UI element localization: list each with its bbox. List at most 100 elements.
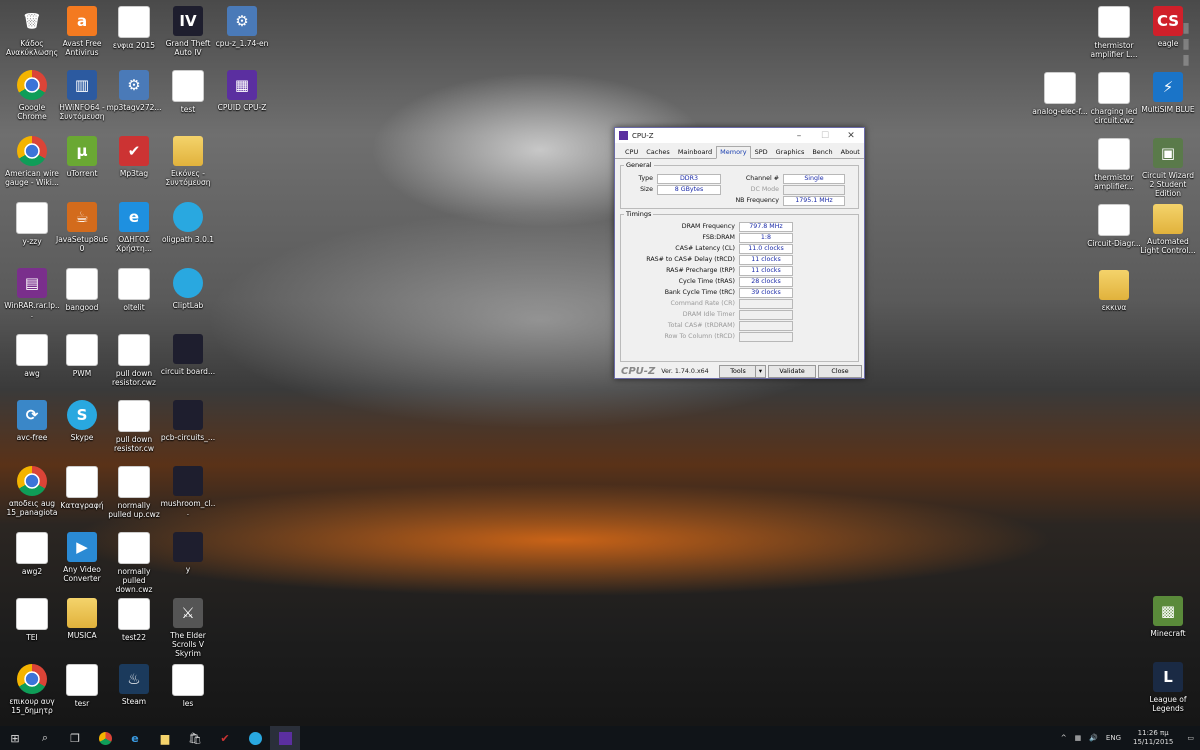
validate-button[interactable]: Validate <box>768 365 816 378</box>
maximize-icon[interactable]: ☐ <box>812 131 838 141</box>
desktop-icon[interactable]: ▦ CPUID CPU-Z <box>214 70 270 112</box>
desktop-icon[interactable]: ενφια 2015 <box>106 6 162 50</box>
desktop-icon[interactable]: ▣ Circuit Wizard 2 Student Edition <box>1140 138 1196 198</box>
desktop-icon[interactable]: ♨ Steam <box>106 664 162 706</box>
tab-cpu[interactable]: CPU <box>621 146 642 159</box>
taskbar-edge-icon[interactable]: e <box>120 726 150 750</box>
desktop-icon[interactable]: awg2 <box>4 532 60 576</box>
tab-about[interactable]: About <box>837 146 864 159</box>
desktop-icon[interactable]: PWM <box>54 334 110 378</box>
taskbar-cyan-app-icon[interactable] <box>240 726 270 750</box>
desktop-icon[interactable]: test22 <box>106 598 162 642</box>
desktop-icon[interactable]: thermistor amplifier... <box>1086 138 1142 191</box>
desktop-icon[interactable]: αποδεις aug 15_panagiota <box>4 466 60 517</box>
minimize-icon[interactable]: – <box>786 131 812 141</box>
desktop-icon[interactable]: ▩ Minecraft <box>1140 596 1196 638</box>
desktop-icon[interactable]: Google Chrome <box>4 70 60 121</box>
tab-memory[interactable]: Memory <box>716 146 751 159</box>
chrome-icon <box>17 664 47 694</box>
language-indicator[interactable]: ENG <box>1106 734 1121 742</box>
taskbar-mp3tag-icon[interactable]: ✔ <box>210 726 240 750</box>
desktop-icon[interactable]: pull down resistor.cw <box>106 400 162 453</box>
desktop-icon[interactable]: circuit board... <box>160 334 216 376</box>
desktop-icon[interactable]: Καταγραφή <box>54 466 110 510</box>
mp3tag-icon: ✔ <box>119 136 149 166</box>
desktop-icon[interactable]: ✔ Mp3tag <box>106 136 162 178</box>
desktop-icon[interactable]: Εικόνες - Συντόμευση <box>160 136 216 187</box>
tools-dropdown-arrow-icon[interactable]: ▾ <box>755 365 766 378</box>
desktop-icon[interactable]: pcb-circuits_... <box>160 400 216 442</box>
desktop-icon[interactable]: American wire gauge - Wiki... <box>4 136 60 187</box>
desktop-icon[interactable]: ⟳ avc-free <box>4 400 60 442</box>
desktop-icon[interactable]: Automated Light Control... <box>1140 204 1196 255</box>
desktop-icon[interactable]: ▤ WinRAR.rar.lp... <box>4 268 60 319</box>
desktop-icon[interactable]: y <box>160 532 216 574</box>
desktop-icon-label: analog-elec-f... <box>1032 107 1088 116</box>
timing-label: CAS# Latency (CL) <box>675 245 735 252</box>
taskbar-store-icon[interactable]: 🛍 <box>180 726 210 750</box>
start-button-icon[interactable]: ⊞ <box>0 726 30 750</box>
desktop-icon[interactable]: CliptLab <box>160 268 216 310</box>
desktop-icon[interactable]: les <box>160 664 216 708</box>
desktop-icon[interactable]: μ uTorrent <box>54 136 110 178</box>
close-icon[interactable]: ✕ <box>838 131 864 141</box>
action-center-icon[interactable]: ▭ <box>1187 734 1194 742</box>
desktop-icon[interactable]: εκκινα <box>1086 270 1142 312</box>
desktop-icon[interactable]: ▥ HWiNFO64 - Συντόμευση <box>54 70 110 121</box>
desktop-icon[interactable]: L League of Legends <box>1140 662 1196 713</box>
desktop-icon[interactable]: S Skype <box>54 400 110 442</box>
desktop-icon[interactable]: Circuit-Diagr... <box>1086 204 1142 248</box>
desktop-icon[interactable]: MUSICA <box>54 598 110 640</box>
desktop-icon[interactable]: 🗑 Κάδος Ανακύκλωσης <box>4 6 60 57</box>
tab-graphics[interactable]: Graphics <box>772 146 809 159</box>
desktop-icon-label: The Elder Scrolls V Skyrim <box>170 631 206 658</box>
close-button[interactable]: Close <box>818 365 862 378</box>
desktop-icon[interactable]: analog-elec-f... <box>1032 72 1088 116</box>
network-icon[interactable]: ▦ <box>1075 734 1082 742</box>
desktop-icon[interactable]: ⚙ cpu-z_1.74-en <box>214 6 270 48</box>
desktop-icon[interactable]: normally pulled down.cwz <box>106 532 162 594</box>
volume-icon[interactable]: 🔊 <box>1089 734 1098 742</box>
clock[interactable]: 11:26 πμ 15/11/2015 <box>1133 729 1173 747</box>
tab-bench[interactable]: Bench <box>808 146 836 159</box>
desktop-icon-label: circuit board... <box>160 367 216 376</box>
desktop-icon[interactable]: ⚙ mp3tagv272... <box>106 70 162 112</box>
general-legend: General <box>626 161 652 169</box>
desktop-icon[interactable]: επικουρ αυγ 15_δημητρ <box>4 664 60 715</box>
desktop-icon[interactable]: ⚡ MultiSIM BLUE <box>1140 72 1196 114</box>
desktop-icon[interactable]: awg <box>4 334 60 378</box>
taskbar-chrome-icon[interactable] <box>90 726 120 750</box>
desktop-icon[interactable]: mushroom_cl... <box>160 466 216 517</box>
desktop-icon[interactable]: a Avast Free Antivirus <box>54 6 110 57</box>
desktop-icon-label: thermistor amplifier... <box>1094 173 1134 191</box>
tab-caches[interactable]: Caches <box>642 146 674 159</box>
tools-button[interactable]: Tools <box>719 365 757 378</box>
task-view-icon[interactable]: ❐ <box>60 726 90 750</box>
desktop-icon[interactable]: oligpath 3.0.1 <box>160 202 216 244</box>
desktop-icon[interactable]: thermistor amplifier L... <box>1086 6 1142 59</box>
taskbar-explorer-icon[interactable]: ▆ <box>150 726 180 750</box>
desktop-icon[interactable]: bangood <box>54 268 110 312</box>
desktop-icon[interactable]: test <box>160 70 216 114</box>
tray-overflow-icon[interactable]: ^ <box>1061 734 1067 742</box>
desktop-icon[interactable]: normally pulled up.cwz <box>106 466 162 519</box>
timing-row: RAS# to CAS# Delay (tRCD) 11 clocks <box>621 254 793 265</box>
desktop-icon[interactable]: pull down resistor.cwz <box>106 334 162 387</box>
desktop-icon[interactable]: IV Grand Theft Auto IV <box>160 6 216 57</box>
desktop-icon[interactable]: ⚔ The Elder Scrolls V Skyrim <box>160 598 216 658</box>
desktop-icon[interactable]: y-zzy <box>4 202 60 246</box>
search-icon[interactable]: ⌕ <box>30 726 60 750</box>
timing-label: RAS# Precharge (tRP) <box>666 267 735 274</box>
desktop-icon[interactable]: ☕ JavaSetup8u60 <box>54 202 110 253</box>
desktop-icon[interactable]: oltelit <box>106 268 162 312</box>
tab-spd[interactable]: SPD <box>751 146 772 159</box>
cpuz-window[interactable]: CPU-Z – ☐ ✕ CPU Caches Mainboard Memory SPD G… <box>614 127 865 379</box>
taskbar-cpuz-icon[interactable] <box>270 726 300 750</box>
cpuz-titlebar[interactable]: CPU-Z – ☐ ✕ <box>615 128 864 143</box>
tab-mainboard[interactable]: Mainboard <box>674 146 716 159</box>
desktop-icon[interactable]: TEI <box>4 598 60 642</box>
desktop-icon[interactable]: tesr <box>54 664 110 708</box>
desktop-icon[interactable]: e ΟΔΗΓΟΣ Χρήστη... <box>106 202 162 253</box>
desktop-icon[interactable]: charging led circuit.cwz <box>1086 72 1142 125</box>
desktop-icon[interactable]: ▶ Any Video Converter <box>54 532 110 583</box>
